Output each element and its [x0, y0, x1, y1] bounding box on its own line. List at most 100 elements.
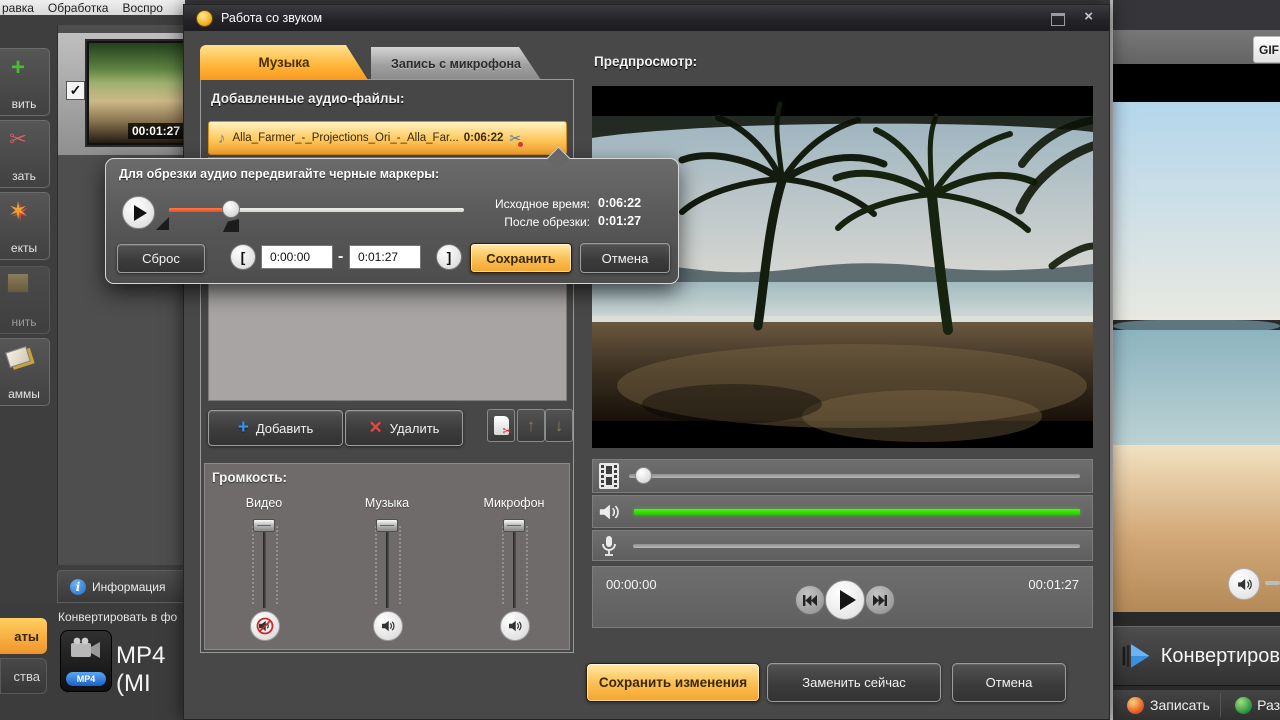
range-start-input[interactable] [261, 245, 333, 269]
trim-popup-title: Для обрезки аудио передвигайте черные ма… [119, 167, 440, 181]
speaker-icon [382, 620, 395, 632]
skip-forward-button[interactable] [865, 585, 895, 615]
trim-cancel-button[interactable]: Отмена [580, 243, 670, 273]
information-button[interactable]: i Информация [57, 570, 197, 603]
reset-button[interactable]: Сброс [117, 244, 205, 273]
current-time: 00:00:00 [606, 577, 657, 592]
added-audio-files-header: Добавленные аудио-файлы: [211, 91, 405, 106]
move-up-button[interactable]: ↑ [517, 409, 545, 442]
publish-button[interactable]: Раз [1257, 697, 1280, 713]
trim-scissors-icon[interactable]: ✂ [509, 130, 523, 147]
camera-icon [71, 637, 100, 658]
menu-item-processing[interactable]: Обработка [48, 1, 109, 15]
close-button[interactable]: × [1084, 8, 1093, 25]
volume-header: Громкость: [212, 470, 288, 485]
audio-file-name: Alla_Farmer_-_Projections_Ori_-_Alla_Far… [232, 132, 459, 144]
trim-start-marker[interactable] [156, 217, 169, 230]
mic-empty-bar[interactable] [633, 543, 1080, 548]
toolbar-effects-button[interactable]: ✶ екты [0, 192, 50, 260]
trim-slider-track[interactable] [169, 208, 464, 212]
replace-now-button[interactable]: Заменить сейчас [767, 663, 941, 702]
delete-audio-label: Удалить [389, 420, 440, 436]
dialog-titlebar[interactable]: Работа со звуком [184, 5, 1109, 31]
clip-thumbnail[interactable]: 00:01:27 [85, 39, 188, 147]
audio-track-row [592, 495, 1093, 528]
information-label: Информация [92, 579, 166, 594]
background-right-strip: GIF Конвертиров Записать Раз [1113, 0, 1280, 720]
range-end-input[interactable] [349, 245, 421, 269]
dialog-title: Работа со звуком [221, 11, 323, 25]
clip-checkbox[interactable]: ✓ [66, 81, 85, 100]
trim-popup: Для обрезки аудио передвигайте черные ма… [105, 146, 679, 284]
speaker-icon [1237, 578, 1252, 590]
toolbar-add-label: вить [11, 97, 37, 111]
beach-sea [1113, 330, 1280, 445]
speaker-icon [509, 620, 522, 632]
mp4-badge: MP4 [66, 672, 106, 686]
player-volume-slider[interactable] [1265, 581, 1280, 585]
skip-back-button[interactable] [795, 585, 825, 615]
menu-item-playback[interactable]: Воспро [122, 1, 163, 15]
player-volume-button[interactable] [1228, 568, 1260, 600]
record-button[interactable]: Записать [1150, 697, 1210, 713]
volume-label-video: Видео [245, 496, 283, 510]
audio-file-duration: 0:06:22 [463, 132, 504, 144]
gif-button[interactable]: GIF [1253, 36, 1280, 63]
trim-slider-handle[interactable] [222, 200, 240, 218]
play-icon [134, 204, 147, 221]
format-mp4-button[interactable]: MP4 [60, 630, 112, 692]
trim-save-button[interactable]: Сохранить [470, 243, 572, 273]
tick-dots [526, 526, 528, 604]
music-mute-button[interactable] [373, 611, 403, 641]
delete-audio-button[interactable]: ✕ Удалить [345, 410, 463, 446]
info-icon: i [70, 578, 86, 595]
plus-icon: + [237, 417, 249, 438]
toolbar-join-label: нить [11, 315, 37, 329]
document-scissors-icon: ✂ [493, 416, 513, 438]
mic-mute-button[interactable] [500, 611, 530, 641]
set-start-bracket-button[interactable]: [ [230, 244, 256, 270]
tab-formats[interactable]: аты [0, 618, 47, 654]
arrow-up-icon: ↑ [526, 415, 536, 435]
move-down-button[interactable]: ↓ [545, 409, 573, 442]
range-separator: - [338, 248, 344, 265]
tick-dots [276, 526, 278, 604]
cut-icon: ✂ [9, 128, 27, 151]
tab-microphone[interactable]: Запись с микрофона [371, 47, 541, 80]
clip-card[interactable]: 00:01:27 ✓ [58, 33, 188, 155]
add-audio-label: Добавить [255, 420, 314, 436]
video-volume-slider[interactable] [253, 519, 275, 532]
play-button[interactable] [825, 580, 865, 620]
programs-icon [0, 343, 49, 373]
trim-play-button[interactable] [122, 196, 155, 229]
seek-handle[interactable] [635, 467, 652, 484]
audio-file-row[interactable]: ♪ Alla_Farmer_-_Projections_Ori_-_Alla_F… [208, 121, 567, 155]
trim-file-button[interactable]: ✂ [487, 409, 515, 442]
tab-music[interactable]: Музыка [200, 45, 368, 80]
music-waveform-bar[interactable] [634, 508, 1080, 515]
volume-label-mic: Микрофон [483, 496, 545, 510]
toolbar-cut-button[interactable]: ✂ зать [0, 120, 50, 188]
convert-big-button[interactable]: Конвертиров [1113, 626, 1280, 686]
add-audio-button[interactable]: + Добавить [208, 410, 343, 446]
music-volume-slider[interactable] [376, 519, 398, 532]
arrow-down-icon: ↓ [554, 415, 564, 435]
toolbar-programs-button[interactable]: аммы [0, 338, 50, 406]
set-end-bracket-button[interactable]: ] [436, 244, 462, 270]
restore-button[interactable] [1051, 13, 1065, 26]
menu-bar: равка Обработка Воспро [0, 0, 185, 15]
tab-devices[interactable]: ства [0, 658, 47, 694]
mic-volume-slider[interactable] [503, 519, 525, 532]
beach-sky [1113, 102, 1280, 320]
toolbar-add-button[interactable]: + вить [0, 48, 50, 116]
result-time-label: После обрезки: [504, 215, 590, 229]
dialog-cancel-button[interactable]: Отмена [952, 663, 1066, 702]
toolbar-join-button[interactable]: нить [0, 266, 50, 334]
trim-end-marker[interactable] [223, 219, 239, 232]
menu-item-edit[interactable]: равка [2, 1, 34, 15]
video-mute-button[interactable] [250, 611, 280, 641]
skip-back-icon [803, 594, 817, 606]
tick-dots [399, 526, 401, 604]
seek-track[interactable] [629, 467, 1080, 484]
save-changes-button[interactable]: Сохранить изменения [586, 663, 760, 702]
